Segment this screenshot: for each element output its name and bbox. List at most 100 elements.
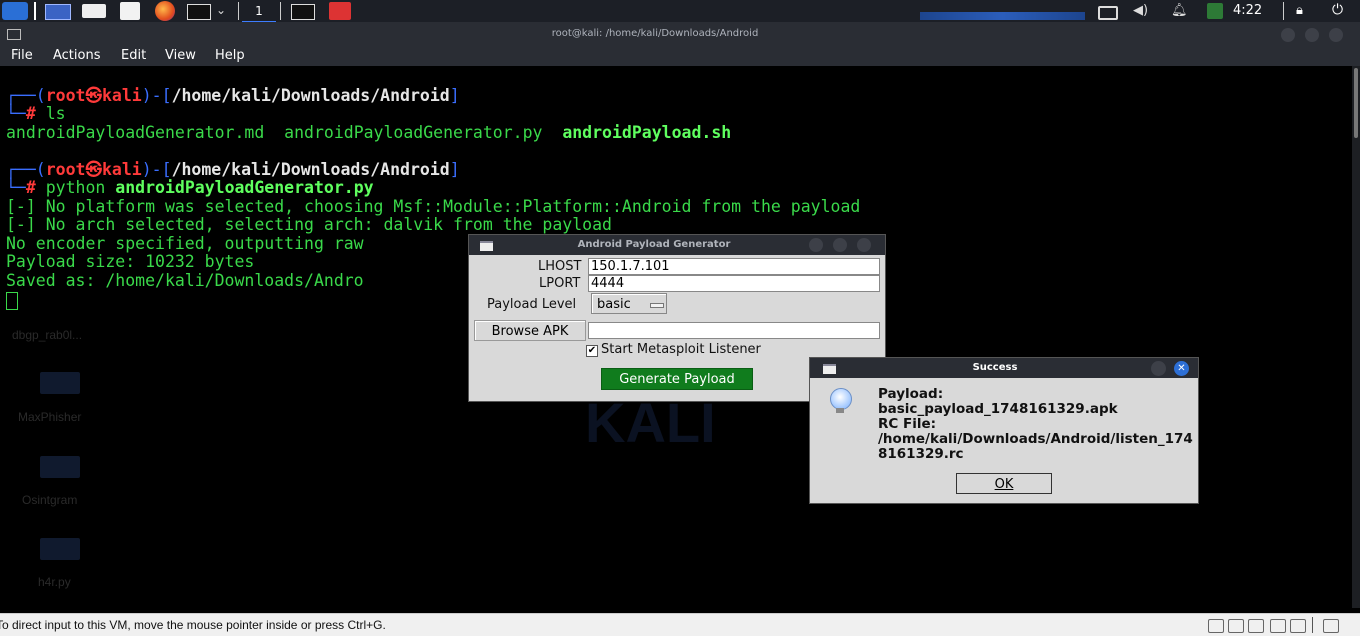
window-title: root@kali: /home/kali/Downloads/Android — [551, 28, 759, 39]
network-icon[interactable] — [1228, 619, 1244, 633]
maximize-button[interactable] — [1305, 28, 1319, 42]
command-arg: androidPayloadGenerator.py — [115, 178, 374, 197]
network-icon[interactable] — [1248, 619, 1264, 633]
info-bulb-icon — [830, 388, 852, 410]
menu-actions[interactable]: Actions — [53, 48, 101, 63]
desktop-item-label: dbgp_rab0l... — [12, 328, 83, 342]
listener-checkbox[interactable]: ✔ — [586, 345, 598, 357]
close-icon[interactable]: ✕ — [1174, 361, 1189, 376]
panel-separator — [238, 2, 239, 20]
clock[interactable]: 4:22 — [1233, 3, 1262, 18]
menu-help[interactable]: Help — [215, 48, 245, 63]
browse-apk-button[interactable]: Browse APK — [474, 320, 586, 341]
output-line: Saved as: /home/kali/Downloads/Andro — [6, 271, 364, 290]
menu-edit[interactable]: Edit — [121, 48, 146, 63]
sound-icon[interactable] — [1270, 619, 1286, 633]
scrollbar-thumb[interactable] — [1354, 68, 1358, 138]
text-editor-icon[interactable] — [120, 2, 140, 20]
workspace-switcher[interactable]: 1 — [242, 1, 276, 23]
desktop-folder-icon — [40, 456, 80, 478]
minimize-button[interactable] — [809, 238, 823, 252]
lhost-input[interactable]: 150.1.7.101 — [588, 258, 880, 275]
lport-input[interactable]: 4444 — [588, 275, 880, 292]
ok-button[interactable]: OK — [956, 473, 1052, 494]
payload-level-dropdown[interactable]: basic — [591, 293, 667, 314]
prompt-line: ┌──(root㉿kali)-[/home/kali/Downloads/And… — [6, 86, 460, 105]
success-titlebar[interactable]: Success ✕ — [810, 358, 1198, 378]
command-text: ls — [45, 104, 66, 123]
close-button[interactable] — [1329, 28, 1343, 42]
vm-hint-text: To direct input to this VM, move the mou… — [0, 618, 386, 632]
menu-file[interactable]: File — [11, 48, 33, 63]
terminal-cursor — [6, 292, 18, 310]
desktop-folder-icon — [40, 538, 80, 560]
lock-icon[interactable]: 🔒︎ — [1296, 3, 1303, 21]
ipv6-app-icon[interactable] — [329, 2, 351, 20]
top-panel: ⌄ 1 ◀) 🔔︎ 4:22 🔒︎ ⏻ — [0, 0, 1360, 23]
generator-titlebar[interactable]: Android Payload Generator — [469, 235, 885, 255]
display-icon[interactable] — [1098, 6, 1118, 20]
terminal-titlebar[interactable]: root@kali: /home/kali/Downloads/Android — [0, 22, 1360, 46]
success-dialog: Success ✕ Payload: basic_payload_1748161… — [809, 357, 1199, 504]
payload-level-value: basic — [597, 297, 631, 312]
apk-path-input[interactable] — [588, 322, 880, 339]
battery-icon[interactable] — [1207, 3, 1223, 19]
volume-icon[interactable]: ◀) — [1133, 3, 1148, 21]
close-button[interactable] — [857, 238, 871, 252]
lport-label: LPORT — [539, 276, 581, 291]
lhost-label: LHOST — [538, 259, 582, 274]
generator-title: Android Payload Generator — [577, 239, 731, 250]
desktop-item-label: MaxPhisher — [18, 410, 82, 424]
output-line: [-] No platform was selected, choosing M… — [6, 197, 861, 216]
chevron-down-icon[interactable]: ⌄ — [216, 3, 226, 21]
panel-separator — [1283, 2, 1284, 20]
file-name: androidPayloadGenerator.md — [6, 123, 265, 142]
payload-level-label: Payload Level — [487, 297, 577, 312]
printer-icon[interactable] — [1290, 619, 1306, 633]
info-bulb-base — [836, 408, 844, 413]
output-line: Payload size: 10232 bytes — [6, 252, 255, 271]
file-name: androidPayloadGenerator.py — [284, 123, 543, 142]
minimize-button[interactable] — [1281, 28, 1295, 42]
menu-view[interactable]: View — [165, 48, 196, 63]
terminal-task-icon[interactable] — [291, 4, 315, 20]
prompt-line: ┌──(root㉿kali)-[/home/kali/Downloads/And… — [6, 160, 460, 179]
network-graph — [920, 12, 1085, 20]
desktop-item-label: Osintgram — [22, 493, 78, 507]
command-text: python — [45, 178, 106, 197]
success-title: Success — [972, 362, 1018, 373]
prompt-user: root — [45, 160, 86, 179]
file-manager-icon[interactable] — [82, 4, 106, 18]
prompt-path: /home/kali/Downloads/Android — [171, 160, 450, 179]
success-message: Payload: basic_payload_1748161329.apk RC… — [878, 386, 1193, 462]
hard-disk-icon[interactable] — [1208, 619, 1224, 633]
prompt-skull: ㉿ — [85, 86, 103, 105]
terminal-launcher-icon[interactable] — [187, 4, 211, 20]
scrollbar[interactable] — [1352, 66, 1360, 608]
output-line: No encoder specified, outputting raw — [6, 234, 364, 253]
status-separator — [1312, 617, 1313, 633]
desktop-folder-icon — [40, 372, 80, 394]
bell-icon[interactable]: 🔔︎ — [1171, 3, 1188, 21]
prompt-host: kali — [102, 86, 142, 105]
panel-separator — [34, 2, 36, 20]
prompt-host: kali — [102, 160, 142, 179]
show-desktop-icon[interactable] — [45, 4, 71, 20]
command-line: └─# python androidPayloadGenerator.py — [6, 178, 374, 197]
command-line: └─# ls — [6, 104, 66, 123]
prompt-path: /home/kali/Downloads/Android — [171, 86, 450, 105]
generate-payload-button[interactable]: Generate Payload — [601, 368, 753, 390]
file-name-executable: androidPayload.sh — [562, 123, 732, 142]
listener-label[interactable]: Start Metasploit Listener — [601, 342, 761, 357]
ls-output: androidPayloadGenerator.md androidPayloa… — [6, 124, 731, 142]
option-menu-indicator-icon — [650, 303, 664, 308]
firefox-icon[interactable] — [155, 1, 175, 21]
panel-separator — [280, 2, 281, 20]
ok-label: OK — [994, 477, 1014, 492]
fullscreen-icon[interactable] — [1323, 619, 1339, 633]
kali-menu-icon[interactable] — [2, 2, 28, 20]
minimize-button[interactable] — [1151, 361, 1166, 376]
maximize-button[interactable] — [833, 238, 847, 252]
power-icon[interactable]: ⏻ — [1332, 2, 1343, 20]
prompt-skull: ㉿ — [85, 160, 103, 179]
